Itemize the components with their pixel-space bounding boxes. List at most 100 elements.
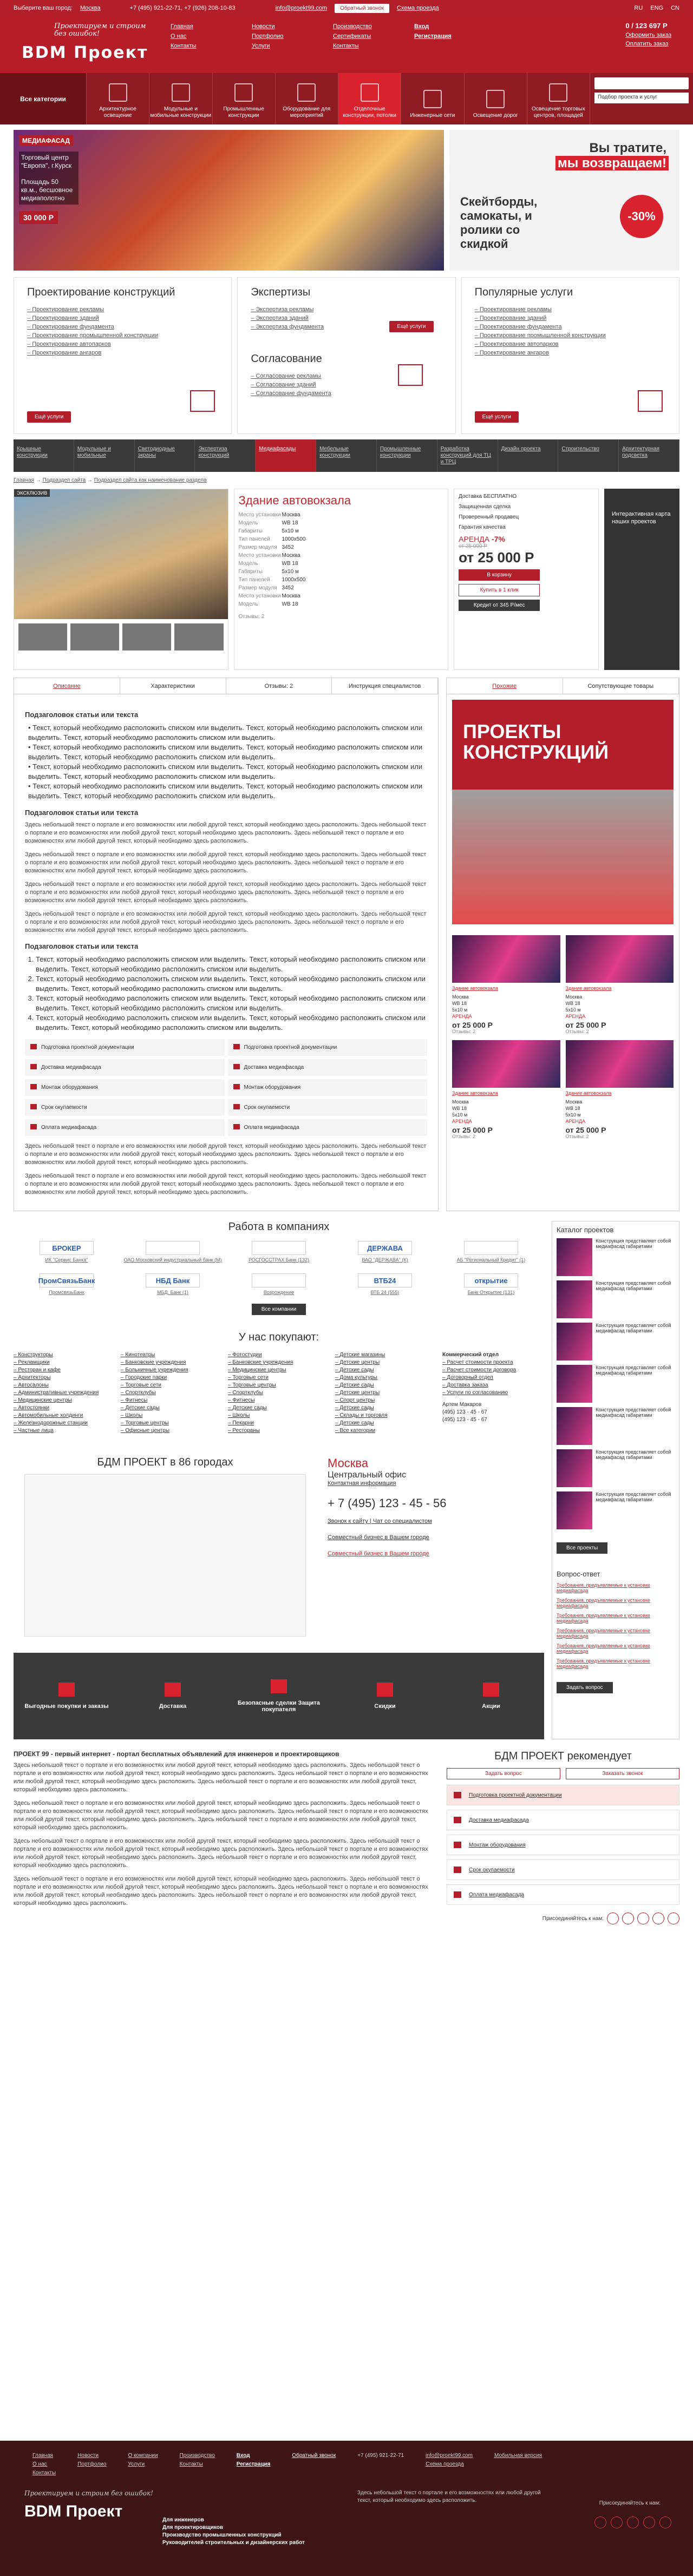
card-image[interactable] xyxy=(452,1040,560,1088)
city-name[interactable]: Москва xyxy=(328,1456,544,1470)
company-name[interactable]: Возрождение xyxy=(264,1290,294,1295)
company-name[interactable]: ОАО Московский индустриальный банк (М) xyxy=(124,1257,222,1263)
dept-link[interactable]: Расчет стоимости проекта xyxy=(442,1359,544,1366)
city-select[interactable]: Москва xyxy=(80,5,101,11)
company-logo[interactable]: ВТБ24 ВТБ 24 (555) xyxy=(332,1273,438,1295)
subnav-item-active[interactable]: Медиафасады xyxy=(256,439,317,472)
promo-banner[interactable]: Вы тратите, мы возвращаем! Скейтборды, са… xyxy=(449,130,679,271)
service-link[interactable]: Согласование фундамента xyxy=(251,389,442,398)
company-name[interactable]: АБ "Региональный Кредит" (1) xyxy=(457,1257,526,1263)
catalog-image[interactable] xyxy=(557,1323,593,1361)
footer-logo[interactable]: Проектируем и строим без ошибок! BDM Про… xyxy=(24,2489,154,2521)
credit-button[interactable]: Кредит от 345 Р/мес xyxy=(459,600,540,611)
footer-sitemap[interactable]: Схема проезда xyxy=(426,2460,473,2469)
menu-contacts[interactable]: Контакты xyxy=(171,41,197,51)
company-logo[interactable]: ОАО Московский индустриальный банк (М) xyxy=(120,1241,226,1263)
facebook-icon[interactable] xyxy=(622,1913,634,1924)
buyer-link[interactable]: Рекламщики xyxy=(14,1359,115,1366)
mobile-version-link[interactable]: Мобильная версия xyxy=(494,2452,542,2460)
biz-link[interactable]: Совместный бизнес в Вашем городе xyxy=(328,1550,544,1557)
menu-portfolio[interactable]: Портфолио xyxy=(252,31,284,41)
thumbnail[interactable] xyxy=(70,623,120,650)
buyer-link[interactable]: Торговые центры xyxy=(228,1382,330,1389)
rec-item[interactable]: Срок окупаемости xyxy=(447,1859,679,1880)
footer-link[interactable]: Главная xyxy=(32,2452,56,2460)
lang-eng[interactable]: ENG xyxy=(650,5,663,11)
ok-icon[interactable] xyxy=(643,2516,655,2528)
buyer-link[interactable]: Фитнесы xyxy=(121,1397,223,1404)
ask-question-button[interactable]: Задать вопрос xyxy=(557,1682,613,1693)
company-name[interactable]: Банк Открытие (131) xyxy=(468,1290,515,1295)
vk-icon[interactable] xyxy=(594,2516,606,2528)
dept-link[interactable]: Договорный отдел xyxy=(442,1374,544,1382)
dept-link[interactable]: Расчет стоимости договора xyxy=(442,1366,544,1374)
catalog-image[interactable] xyxy=(557,1407,593,1445)
header-email[interactable]: info@proekt99.com xyxy=(276,5,328,11)
product-gallery[interactable]: ЭКСКЛЮЗИВ xyxy=(14,489,228,670)
dept-link[interactable]: Доставка заказа xyxy=(442,1382,544,1389)
buyer-link[interactable]: Спортклубы xyxy=(121,1389,223,1397)
footer-link[interactable]: Производство промышленных конструкций xyxy=(162,2532,305,2539)
login-link[interactable]: Вход xyxy=(237,2452,271,2460)
service-link[interactable]: Проектирование автопарков xyxy=(475,340,666,349)
subnav-item[interactable]: Модульные и мобильные xyxy=(74,439,135,472)
buyer-link[interactable]: Офисные центры xyxy=(121,1427,223,1435)
buyer-link[interactable]: Торговые центры xyxy=(121,1420,223,1427)
buyer-link[interactable]: Детские сады xyxy=(228,1404,330,1412)
lang-ru[interactable]: RU xyxy=(634,5,643,11)
company-logo[interactable]: НБД Банк МБД, Банк (1) xyxy=(120,1273,226,1295)
faq-item[interactable]: Требования, предъявляемые к установке ме… xyxy=(557,1628,675,1639)
checkout-link[interactable]: Оформить заказ xyxy=(625,32,671,38)
subnav-item[interactable]: Промышленные конструкции xyxy=(377,439,437,472)
twitter-icon[interactable] xyxy=(637,1913,649,1924)
company-logo[interactable]: ПромСвязьБанк ПромсвязьБанк xyxy=(14,1273,120,1295)
menu-services[interactable]: Услуги xyxy=(252,41,284,51)
subnav-item[interactable]: Экспертиза конструкций xyxy=(195,439,256,472)
logo[interactable]: Проектируем и строим без ошибок! BDM Про… xyxy=(22,23,152,66)
catalog-image[interactable] xyxy=(557,1280,593,1318)
menu-home[interactable]: Главная xyxy=(171,22,197,31)
buyer-link[interactable]: Детские сады xyxy=(335,1404,437,1412)
buyer-link[interactable]: Фитнесы xyxy=(228,1397,330,1404)
lang-cn[interactable]: CN xyxy=(671,5,679,11)
company-name[interactable]: ВТБ 24 (555) xyxy=(371,1290,400,1295)
buyer-link[interactable]: Торговые сети xyxy=(228,1374,330,1382)
catalog-item[interactable]: Конструкция представляет собой медиафаса… xyxy=(557,1491,675,1529)
buyer-link[interactable]: Автосалоны xyxy=(14,1382,115,1389)
ok-icon[interactable] xyxy=(652,1913,664,1924)
service-link[interactable]: Проектирование рекламы xyxy=(27,305,218,314)
menu-contacts-2[interactable]: Контакты xyxy=(333,41,372,51)
biz-link[interactable]: Совместный бизнес в Вашем городе xyxy=(328,1534,544,1541)
product-card[interactable]: Здание автовокзала Москва WB 18 5х10 м АРЕНД… xyxy=(565,935,674,1035)
catalog-image[interactable] xyxy=(557,1365,593,1403)
service-link[interactable]: Проектирование ангаров xyxy=(475,349,666,357)
company-logo[interactable]: РОСГОССТРАХ Банк (132) xyxy=(226,1241,332,1263)
cat-item[interactable]: Освещение дорог xyxy=(465,73,527,124)
service-link[interactable]: Проектирование рекламы xyxy=(475,305,666,314)
company-name[interactable]: ПромсвязьБанк xyxy=(49,1290,84,1295)
cart[interactable]: 0 / 123 697 Р Оформить заказ Оплатить за… xyxy=(625,22,671,48)
catalog-item[interactable]: Конструкция представляет собой медиафаса… xyxy=(557,1238,675,1276)
buyer-link[interactable]: Административные учреждения xyxy=(14,1389,115,1397)
footer-link[interactable]: О компании xyxy=(128,2452,158,2460)
rec-item[interactable]: Доставка медиафасада xyxy=(447,1810,679,1830)
order-call-button[interactable]: Заказать звонок xyxy=(566,1768,679,1779)
call-link[interactable]: Звонок к сайту | Чат со специалистом xyxy=(328,1518,544,1524)
cat-item-active[interactable]: Отделочные конструкции, потолки xyxy=(338,73,402,124)
service-link[interactable]: Проектирование промышленной конструкции xyxy=(475,331,666,340)
buyer-link[interactable]: Торговые сети xyxy=(121,1382,223,1389)
catalog-image[interactable] xyxy=(557,1238,593,1276)
rec-item[interactable]: Оплата медиафасада xyxy=(447,1884,679,1905)
service-link[interactable]: Проектирование ангаров xyxy=(27,349,218,357)
register-link[interactable]: Регистрация xyxy=(414,31,452,41)
buyer-link[interactable]: Ресторан и кафе xyxy=(14,1366,115,1374)
footer-link[interactable]: Производство xyxy=(180,2452,215,2460)
buyer-link[interactable]: Склады и торговля xyxy=(335,1412,437,1420)
cat-item[interactable]: Архитектурное освещение xyxy=(87,73,150,124)
buyer-link[interactable]: Детские сады xyxy=(335,1366,437,1374)
buyer-link[interactable]: Частные лица xyxy=(14,1427,115,1435)
sitemap-link[interactable]: Схема проезда xyxy=(397,5,439,11)
footer-link[interactable]: Руководителей строительных и дизайнерски… xyxy=(162,2539,305,2547)
rating[interactable]: Отзывы: 2 xyxy=(239,614,444,620)
all-companies-button[interactable]: Все компании xyxy=(251,1304,306,1315)
